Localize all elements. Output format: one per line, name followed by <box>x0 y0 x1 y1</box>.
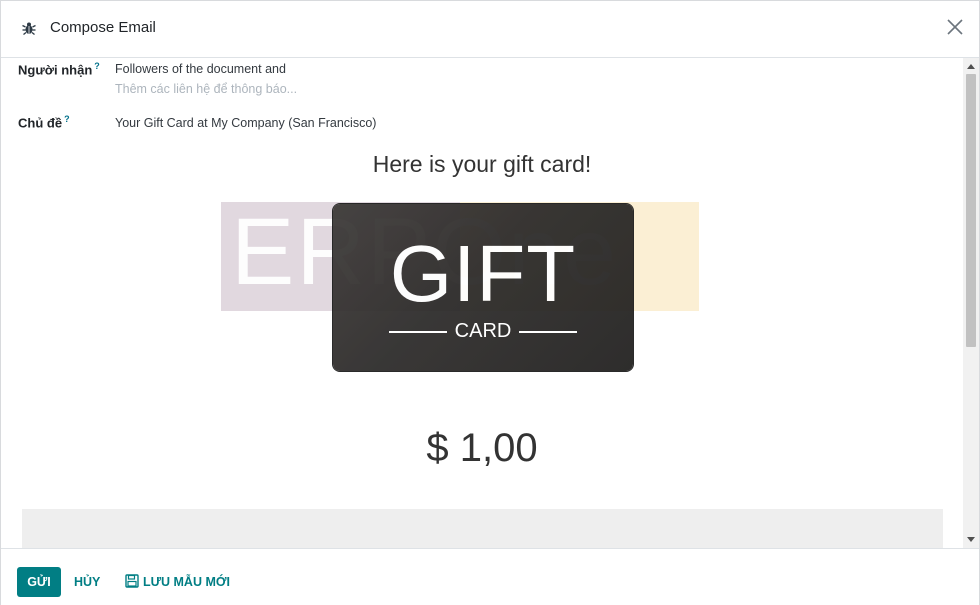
dialog-footer: GỬI HỦY LƯU MẪU MỚI <box>1 548 979 605</box>
vertical-scrollbar[interactable] <box>963 58 979 548</box>
save-template-label: LƯU MẪU MỚI <box>143 575 230 589</box>
gift-card-subtitle: CARD <box>454 320 512 342</box>
gift-card-image: GIFT CARD <box>333 204 633 371</box>
gift-card-amount: $ 1,00 <box>426 426 538 470</box>
dialog-title: Compose Email <box>50 19 156 36</box>
subject-label: Chủ đề? <box>18 114 70 130</box>
recipients-input[interactable]: Thêm các liên hệ để thông báo... <box>115 82 297 96</box>
gift-card-title: GIFT <box>389 229 577 318</box>
scroll-thumb[interactable] <box>966 74 976 347</box>
cancel-button[interactable]: HỦY <box>74 567 100 597</box>
compose-email-dialog: Compose Email Người nhận? Followers of t… <box>0 0 980 605</box>
email-footer-block <box>22 509 943 548</box>
subject-field[interactable]: Your Gift Card at My Company (San Franci… <box>115 116 376 130</box>
recipients-value: Followers of the document and <box>115 62 286 76</box>
floppy-disk-icon <box>125 574 139 588</box>
dialog-body: Người nhận? Followers of the document an… <box>1 58 963 548</box>
subject-label-text: Chủ đề <box>18 115 63 131</box>
scroll-up-arrow-icon[interactable] <box>967 64 975 69</box>
save-template-button[interactable]: LƯU MẪU MỚI <box>125 567 230 597</box>
recipients-label: Người nhận? <box>18 61 100 77</box>
gift-card-line-right <box>519 331 577 333</box>
scroll-down-arrow-icon[interactable] <box>967 537 975 542</box>
recipients-label-text: Người nhận <box>18 62 93 78</box>
send-button[interactable]: GỬI <box>17 567 61 597</box>
recipients-help-icon[interactable]: ? <box>94 61 100 71</box>
gift-heading: Here is your gift card! <box>372 151 592 177</box>
bug-icon <box>22 22 36 36</box>
dialog-header: Compose Email <box>1 1 979 58</box>
close-icon[interactable] <box>945 17 965 37</box>
subject-help-icon[interactable]: ? <box>64 114 70 124</box>
